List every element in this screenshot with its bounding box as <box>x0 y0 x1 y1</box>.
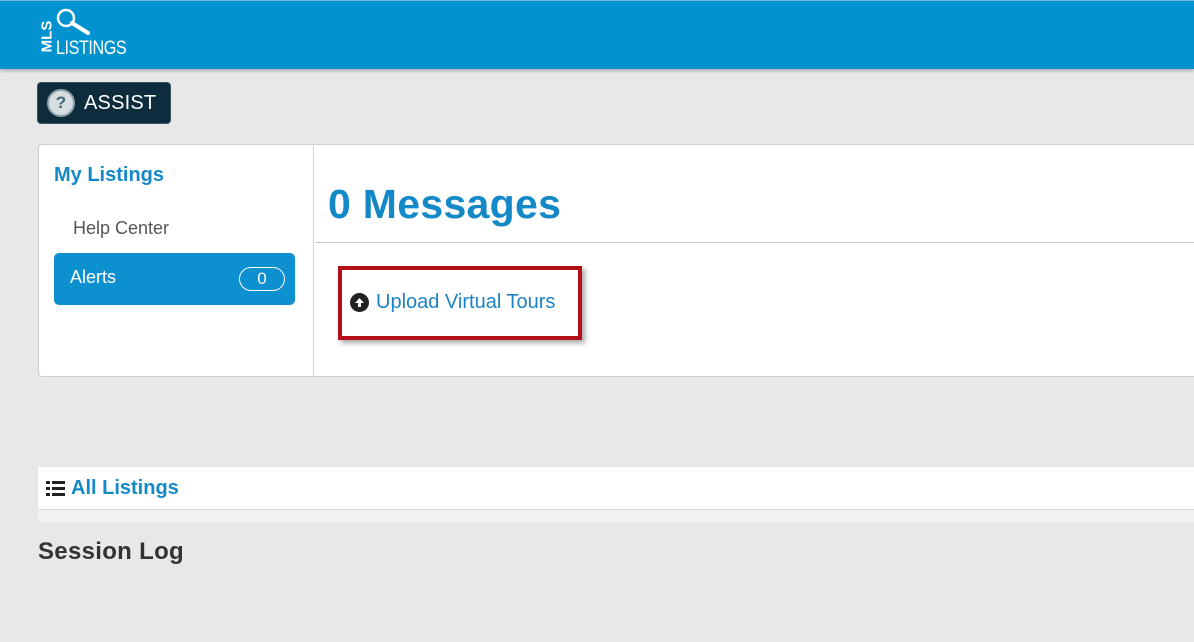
all-listings-footer-strip <box>38 510 1194 522</box>
upload-virtual-tours-label: Upload Virtual Tours <box>376 291 556 313</box>
messages-title: 0 Messages <box>328 181 562 227</box>
magnifier-icon <box>56 8 90 35</box>
all-listings-bar: All Listings <box>38 467 1194 510</box>
sidebar-item-help-center[interactable]: Help Center <box>73 218 169 239</box>
session-log-heading: Session Log <box>38 538 184 565</box>
logo-mls-text: MLS <box>38 20 56 53</box>
my-listings-panel: My Listings Help Center Alerts 0 0 Messa… <box>38 144 1194 377</box>
question-circle-icon: ? <box>47 89 75 117</box>
upload-virtual-tours-link[interactable]: Upload Virtual Tours <box>350 291 555 314</box>
sidebar-title[interactable]: My Listings <box>54 164 164 187</box>
sidebar-item-alerts[interactable]: Alerts 0 <box>54 253 295 305</box>
top-header-bar: MLS LISTINGS <box>0 0 1194 69</box>
alerts-count-badge: 0 <box>239 267 285 291</box>
divider <box>315 242 1194 243</box>
sidebar: My Listings Help Center Alerts 0 <box>39 145 314 376</box>
list-icon <box>46 480 65 497</box>
all-listings-link[interactable]: All Listings <box>71 477 179 500</box>
assist-label: ASSIST <box>84 91 157 114</box>
logo-listings-text: LISTINGS <box>56 38 127 59</box>
assist-button[interactable]: ? ASSIST <box>37 82 171 124</box>
sidebar-item-label: Alerts <box>70 267 117 287</box>
upload-circle-icon <box>350 293 369 312</box>
messages-section: 0 Messages Upload Virtual Tours <box>315 145 1194 376</box>
mls-listings-logo[interactable]: MLS LISTINGS <box>38 8 128 63</box>
